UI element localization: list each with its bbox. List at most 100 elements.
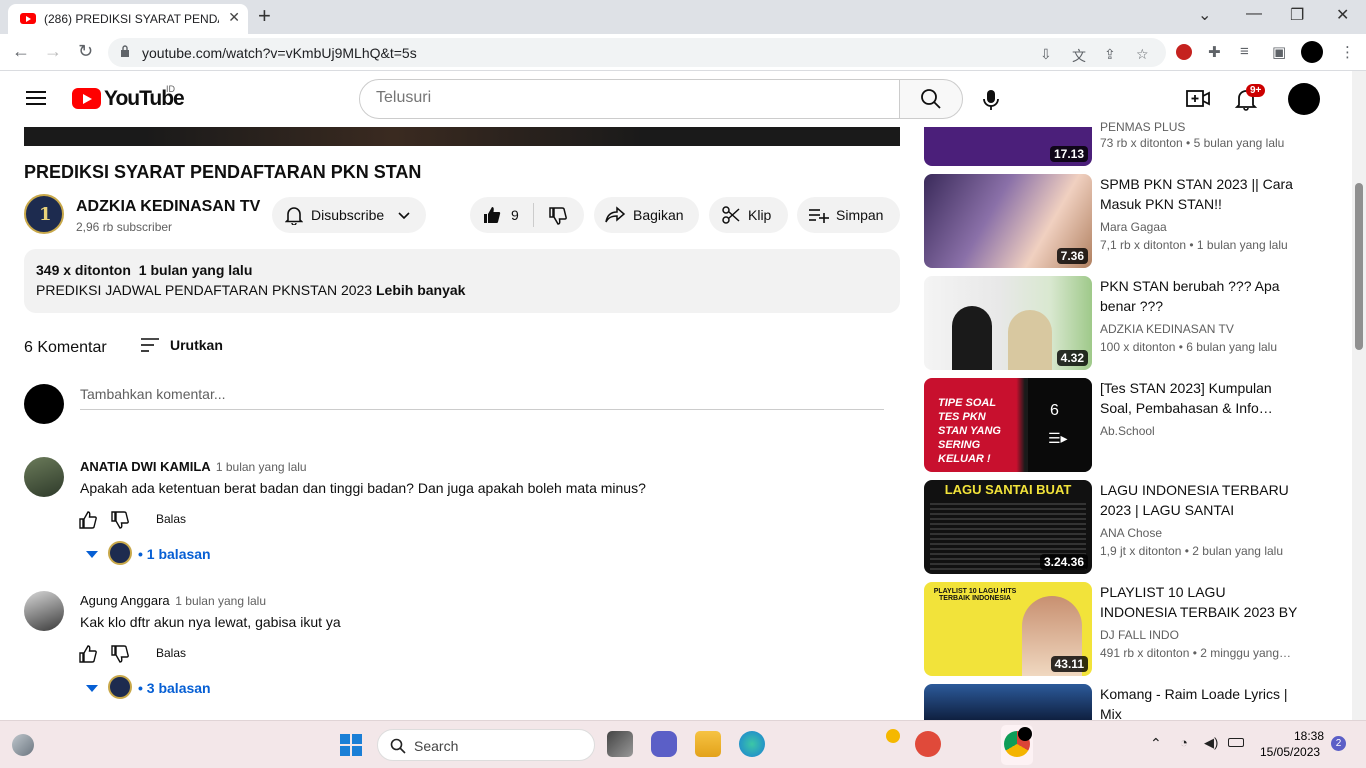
replies-toggle[interactable]: • 1 balasan <box>138 546 211 562</box>
recommendation-title[interactable]: LAGU INDONESIA TERBARU 2023 | LAGU SANTA… <box>1100 480 1300 520</box>
browser-tab[interactable]: (286) PREDIKSI SYARAT PENDAFTA ✕ <box>8 4 248 34</box>
replies-count[interactable]: 3 balasan <box>147 680 211 696</box>
player-frame <box>144 127 644 146</box>
comment-input[interactable] <box>80 386 884 402</box>
browser-menu-icon[interactable]: ⋮ <box>1340 43 1355 61</box>
reply-button[interactable]: Balas <box>156 646 186 660</box>
clip-button[interactable]: Klip <box>709 197 788 233</box>
add-comment-box[interactable] <box>80 386 884 410</box>
wifi-icon[interactable]: ◔ <box>1180 735 1188 750</box>
notification-badge[interactable]: 2 <box>1331 736 1346 751</box>
weather-icon[interactable] <box>12 734 34 756</box>
extension-red-icon[interactable] <box>1176 44 1192 60</box>
comment-avatar[interactable] <box>24 591 64 631</box>
youtube-logo-icon[interactable] <box>72 88 101 109</box>
media-queue-icon[interactable]: ≡ <box>1240 43 1249 60</box>
translate-icon[interactable]: 文 <box>1072 46 1086 66</box>
battery-icon[interactable] <box>1228 738 1244 747</box>
back-icon[interactable]: ← <box>12 41 30 62</box>
recommendation-channel[interactable]: ANA Chose <box>1100 526 1162 540</box>
comment-time[interactable]: 1 bulan yang lalu <box>175 594 266 608</box>
volume-icon[interactable]: ◀) <box>1204 735 1218 751</box>
clock-date[interactable]: 15/05/2023 <box>1260 745 1320 759</box>
task-view-icon[interactable] <box>607 731 633 757</box>
scrollbar-thumb[interactable] <box>1355 183 1363 350</box>
close-window-icon[interactable]: ✕ <box>1336 5 1349 25</box>
search-box[interactable] <box>359 79 900 119</box>
recommendation-thumbnail[interactable] <box>924 684 1092 720</box>
subscribe-button[interactable]: Disubscribe <box>272 197 426 233</box>
taskbar-search[interactable]: Search <box>377 729 595 761</box>
comment-like-icon[interactable] <box>78 510 98 530</box>
channel-avatar[interactable] <box>24 194 64 234</box>
replies-count[interactable]: 1 balasan <box>147 546 211 562</box>
recommendation-channel[interactable]: ADZKIA KEDINASAN TV <box>1100 322 1234 336</box>
channel-name[interactable]: ADZKIA KEDINASAN TV <box>76 198 260 216</box>
search-button[interactable] <box>899 79 963 119</box>
menu-icon[interactable] <box>26 91 46 105</box>
show-hidden-icons-icon[interactable]: ⌃ <box>1150 735 1162 752</box>
comment-dislike-icon[interactable] <box>110 510 130 530</box>
share-icon[interactable]: ⇪ <box>1104 46 1116 63</box>
save-button[interactable]: Simpan <box>797 197 900 233</box>
windows-start-icon[interactable] <box>339 733 363 757</box>
address-bar[interactable]: youtube.com/watch?v=vKmbUj9MLhQ&t=5s ⇩ 文… <box>108 38 1166 67</box>
account-avatar[interactable] <box>1288 83 1320 115</box>
chrome-profile-badge <box>1018 727 1032 741</box>
comment-author[interactable]: Agung Anggara 1 bulan yang lalu <box>80 593 266 608</box>
recommendation-title[interactable]: [Tes STAN 2023] Kumpulan Soal, Pembahasa… <box>1100 378 1300 418</box>
recommendation-title[interactable]: SPMB PKN STAN 2023 || Cara Masuk PKN STA… <box>1100 174 1300 214</box>
comment-author-name[interactable]: Agung Anggara <box>80 593 170 608</box>
recommendation-channel[interactable]: Ab.School <box>1100 424 1155 438</box>
recommendation-channel[interactable]: DJ FALL INDO <box>1100 628 1179 642</box>
reload-icon[interactable]: ↻ <box>78 41 93 62</box>
comment-dislike-icon[interactable] <box>110 644 130 664</box>
like-icon[interactable] <box>482 205 502 225</box>
teams-chat-icon[interactable] <box>651 731 677 757</box>
new-tab-icon[interactable]: + <box>258 3 271 29</box>
edge-icon[interactable] <box>739 731 765 757</box>
tab-search-chevron-icon[interactable]: ⌄ <box>1198 5 1211 25</box>
share-button[interactable]: Bagikan <box>594 197 699 233</box>
replies-toggle[interactable]: • 3 balasan <box>138 680 211 696</box>
app-owl-icon[interactable] <box>915 731 941 757</box>
recommendation-thumbnail[interactable]: 7.36 <box>924 174 1092 268</box>
bookmark-star-icon[interactable]: ☆ <box>1136 46 1149 63</box>
side-panel-icon[interactable]: ▣ <box>1272 43 1286 61</box>
microphone-icon[interactable] <box>978 87 1004 113</box>
recommendation-title[interactable]: PENMAS PLUS <box>1100 117 1300 133</box>
reply-button[interactable]: Balas <box>156 512 186 526</box>
comment-author-name[interactable]: ANATIA DWI KAMILA <box>80 459 210 474</box>
recommendation-thumbnail[interactable]: LAGU SANTAI BUAT KERJA 3.24.36 <box>924 480 1092 574</box>
show-more-link[interactable]: Lebih banyak <box>376 282 465 298</box>
description-box[interactable]: 349 x ditonton 1 bulan yang lalu PREDIKS… <box>24 249 900 313</box>
expand-replies-icon[interactable] <box>86 685 98 692</box>
create-video-icon[interactable] <box>1186 89 1210 109</box>
restore-icon[interactable]: ❐ <box>1290 5 1304 25</box>
expand-replies-icon[interactable] <box>86 551 98 558</box>
minimize-icon[interactable]: — <box>1246 5 1262 23</box>
recommendation-thumbnail[interactable]: 17.13 <box>924 127 1092 166</box>
recommendation-title[interactable]: Komang - Raim Loade Lyrics | Mix <box>1100 684 1300 724</box>
clock-time[interactable]: 18:38 <box>1290 729 1324 743</box>
file-explorer-icon[interactable] <box>695 731 721 757</box>
comment-like-icon[interactable] <box>78 644 98 664</box>
install-icon[interactable]: ⇩ <box>1040 46 1052 63</box>
comment-time[interactable]: 1 bulan yang lalu <box>216 460 307 474</box>
comment-author[interactable]: ANATIA DWI KAMILA 1 bulan yang lalu <box>80 459 307 474</box>
recommendation-title[interactable]: PKN STAN berubah ??? Apa benar ??? <box>1100 276 1300 316</box>
dislike-icon[interactable] <box>548 206 568 226</box>
recommendation-thumbnail[interactable]: PLAYLIST 10 LAGU HITS TERBAIK INDONESIA … <box>924 582 1092 676</box>
recommendation-title[interactable]: PLAYLIST 10 LAGU INDONESIA TERBAIK 2023 … <box>1100 582 1300 622</box>
search-input[interactable] <box>376 89 876 107</box>
video-player[interactable] <box>24 127 900 146</box>
page-scrollbar[interactable] <box>1352 71 1366 720</box>
recommendation-thumbnail[interactable]: 4.32 <box>924 276 1092 370</box>
extensions-puzzle-icon[interactable]: ✚ <box>1208 43 1221 61</box>
close-tab-icon[interactable]: ✕ <box>228 9 240 26</box>
profile-avatar-icon[interactable] <box>1301 41 1323 63</box>
recommendation-thumbnail[interactable]: TIPE SOAL TES PKN STAN YANG SERING KELUA… <box>924 378 1092 472</box>
forward-icon[interactable]: → <box>44 41 62 62</box>
recommendation-channel[interactable]: Mara Gagaa <box>1100 220 1167 234</box>
comment-avatar[interactable] <box>24 457 64 497</box>
